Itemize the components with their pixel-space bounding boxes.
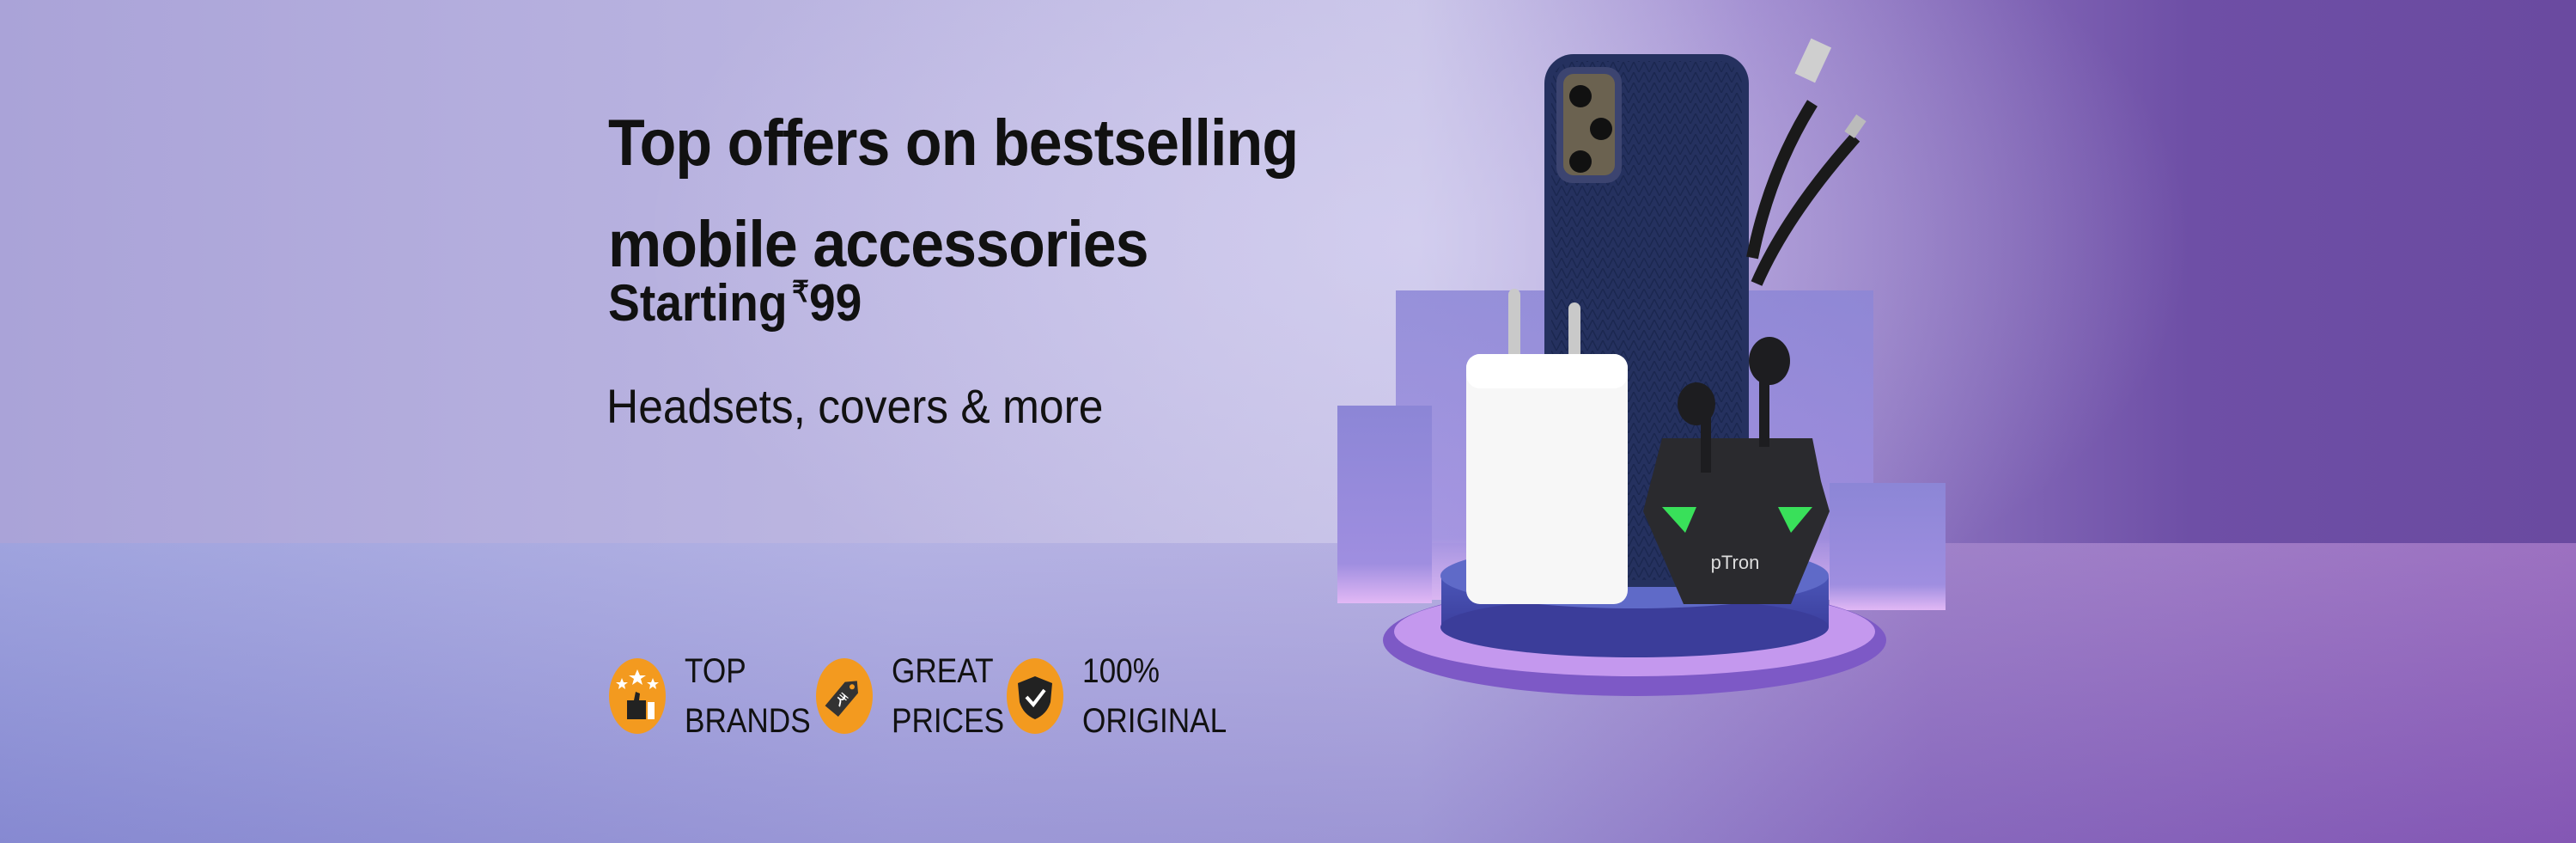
usb-cable xyxy=(1746,38,1867,286)
shield-check-icon xyxy=(1007,658,1063,734)
badge-line-1: TOP xyxy=(685,652,746,690)
badge-great-prices: ₹ GREAT PRICES xyxy=(816,646,1020,746)
badge-line-2: ORIGINAL xyxy=(1082,702,1227,740)
badge-line-2: PRICES xyxy=(892,702,1005,740)
starting-label: Starting xyxy=(608,274,788,332)
badge-line-1: 100% xyxy=(1082,652,1160,690)
thumbs-up-stars-icon xyxy=(609,658,666,734)
badge-top-brands: TOP BRANDS xyxy=(609,646,828,746)
title-line-1: Top offers on bestselling xyxy=(608,107,1299,180)
brand-logo: pTron xyxy=(1711,552,1760,573)
currency-symbol: ₹ xyxy=(792,276,809,308)
badge-original: 100% ORIGINAL xyxy=(1007,646,1246,746)
banner-title: Top offers on bestselling mobile accesso… xyxy=(608,93,1299,296)
price-value: 99 xyxy=(808,274,862,332)
badge-line-1: GREAT xyxy=(892,652,994,690)
banner-subtitle: Headsets, covers & more xyxy=(606,379,1104,433)
badge-line-2: BRANDS xyxy=(685,702,811,740)
starting-price: Starting ₹99 xyxy=(608,273,862,333)
product-illustration: pTron xyxy=(1337,38,1946,696)
rupee-tag-icon: ₹ xyxy=(816,658,873,734)
